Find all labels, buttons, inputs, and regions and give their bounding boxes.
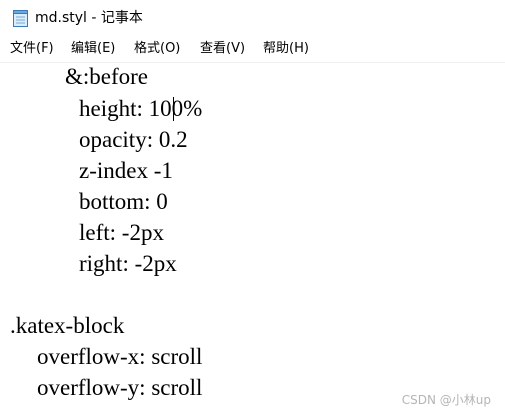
code-line: left: -2px bbox=[79, 220, 164, 245]
menu-bar: 文件(F) 编辑(E) 格式(O) 查看(V) 帮助(H) bbox=[0, 36, 505, 63]
menu-view[interactable]: 查看(V) bbox=[199, 40, 246, 58]
watermark: CSDN @小林up bbox=[401, 393, 491, 407]
window-title: md.styl - 记事本 bbox=[35, 10, 143, 26]
code-line: bottom: 0 bbox=[79, 189, 168, 214]
code-line: &:before bbox=[65, 64, 149, 89]
code-line: right: -2px bbox=[79, 251, 177, 276]
notepad-window: md.styl - 记事本 文件(F) 编辑(E) 格式(O) 查看(V) 帮助… bbox=[0, 0, 505, 418]
text-caret bbox=[173, 97, 174, 121]
menu-edit[interactable]: 编辑(E) bbox=[70, 40, 116, 58]
menu-file[interactable]: 文件(F) bbox=[9, 40, 55, 58]
text-editor[interactable]: &:before height: 100% opacity: 0.2 z-ind… bbox=[0, 63, 505, 418]
title-bar[interactable]: md.styl - 记事本 bbox=[0, 0, 505, 36]
code-line: overflow-x: scroll bbox=[37, 344, 203, 369]
code-line: height: 100% bbox=[79, 96, 203, 121]
notepad-icon bbox=[13, 10, 28, 27]
menu-format[interactable]: 格式(O) bbox=[133, 40, 181, 58]
code-line: .katex-block bbox=[10, 313, 125, 338]
code-line: opacity: 0.2 bbox=[79, 127, 188, 152]
code-line: z-index -1 bbox=[79, 158, 173, 183]
menu-help[interactable]: 帮助(H) bbox=[262, 40, 310, 58]
code-line: overflow-y: scroll bbox=[37, 375, 203, 400]
